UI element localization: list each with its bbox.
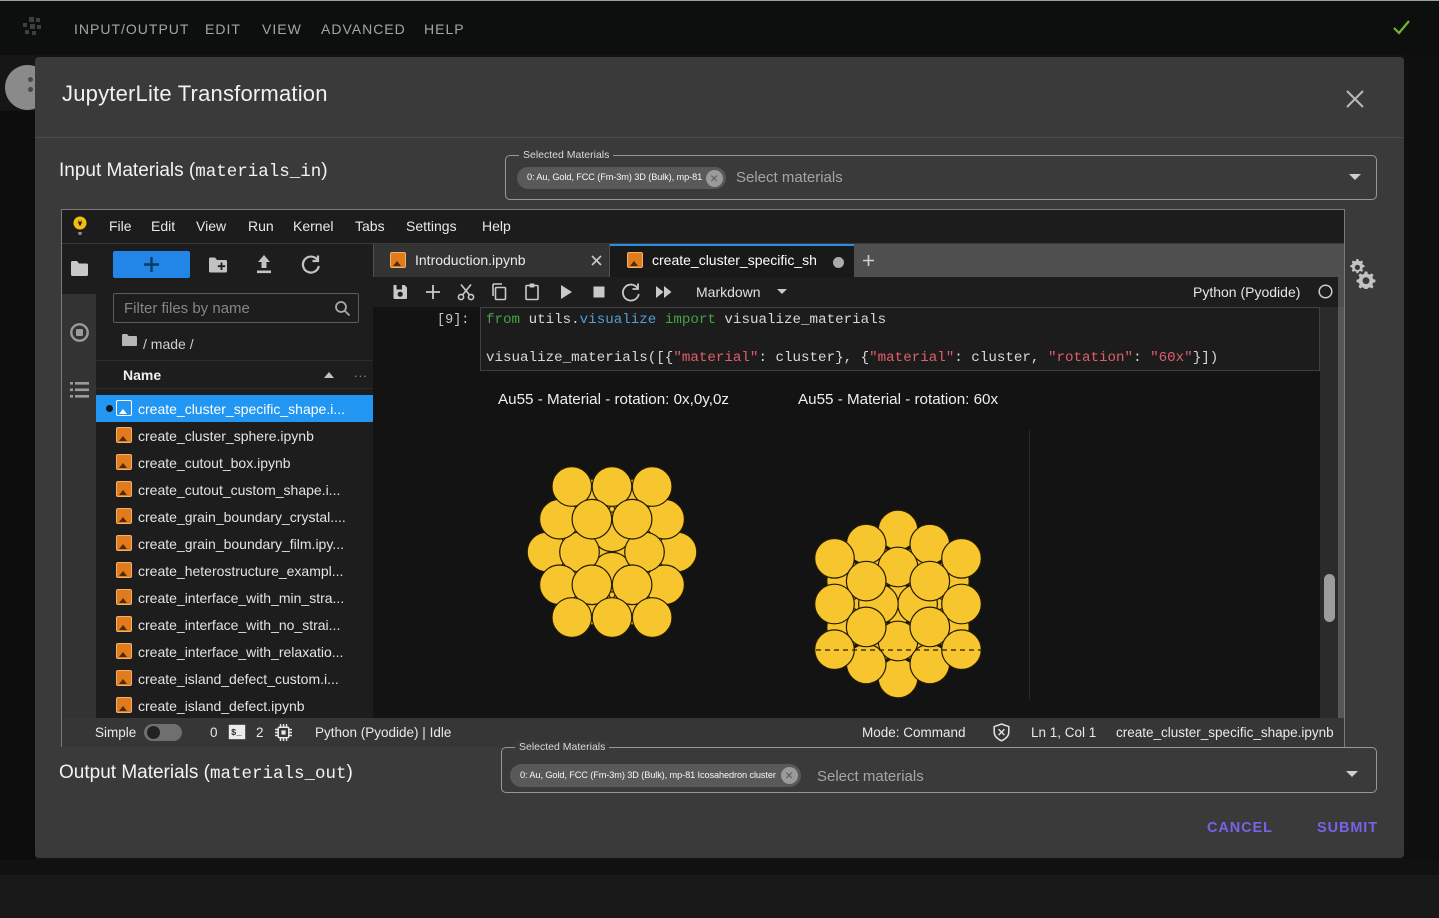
- svg-text:$_: $_: [231, 728, 242, 738]
